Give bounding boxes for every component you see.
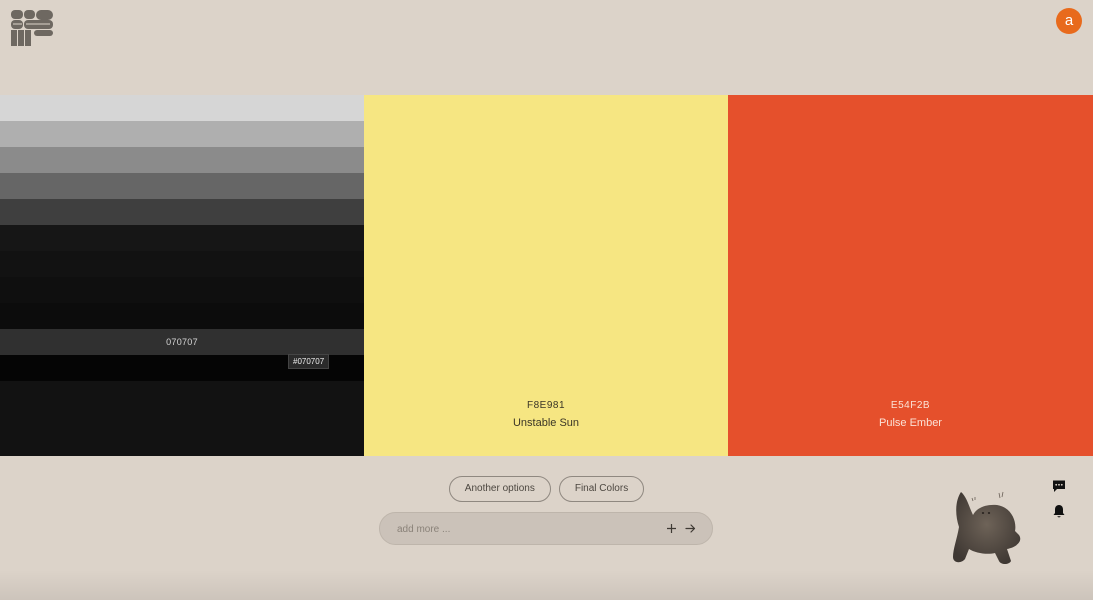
plus-icon[interactable]	[664, 521, 679, 536]
another-options-button[interactable]: Another options	[448, 476, 551, 502]
swatch-info: F8E981 Unstable Sun	[364, 400, 728, 430]
bottom-shadow	[0, 570, 1093, 600]
user-avatar[interactable]: a	[1056, 8, 1082, 34]
bell-icon[interactable]	[1052, 504, 1066, 519]
cat-mascot[interactable]	[947, 487, 1027, 567]
yellow-swatch[interactable]: F8E981 Unstable Sun	[364, 95, 728, 456]
add-more-bar	[379, 512, 713, 546]
hex-tooltip: #070707	[288, 354, 330, 369]
swatch-name: Pulse Ember	[879, 417, 942, 429]
shade-strip-selected[interactable]: 070707	[0, 329, 364, 355]
chat-bubble-icon[interactable]	[1052, 479, 1066, 493]
red-swatch[interactable]: E54F2B Pulse Ember	[728, 95, 1093, 456]
app-page: a 070707 #070707 F8E981 Unstable Sun E54…	[0, 0, 1093, 600]
final-colors-button[interactable]: Final Colors	[558, 476, 645, 502]
shade-strip[interactable]	[0, 251, 364, 277]
shade-strip[interactable]	[0, 95, 364, 121]
arrow-right-icon[interactable]	[683, 521, 698, 536]
swatch-info: E54F2B Pulse Ember	[728, 400, 1093, 430]
color-palette: 070707 #070707 F8E981 Unstable Sun E54F2…	[0, 95, 1093, 456]
swatch-name: Unstable Sun	[512, 417, 580, 429]
shade-strip[interactable]	[0, 147, 364, 173]
add-more-input[interactable]	[395, 513, 649, 546]
shade-strip[interactable]	[0, 173, 364, 199]
shade-strip[interactable]	[0, 199, 364, 225]
shade-strip[interactable]	[0, 225, 364, 251]
action-buttons: Another options Final Colors	[0, 476, 1093, 502]
shade-strip[interactable]	[0, 303, 364, 329]
shade-strip[interactable]	[0, 121, 364, 147]
shade-hex-label: 070707	[166, 337, 198, 347]
shade-strip[interactable]	[0, 277, 364, 303]
swatch-hex: E54F2B	[890, 400, 931, 411]
brand-logo-icon[interactable]	[10, 9, 54, 47]
swatch-hex: F8E981	[526, 400, 566, 411]
gray-swatch[interactable]: 070707 #070707	[0, 95, 364, 456]
